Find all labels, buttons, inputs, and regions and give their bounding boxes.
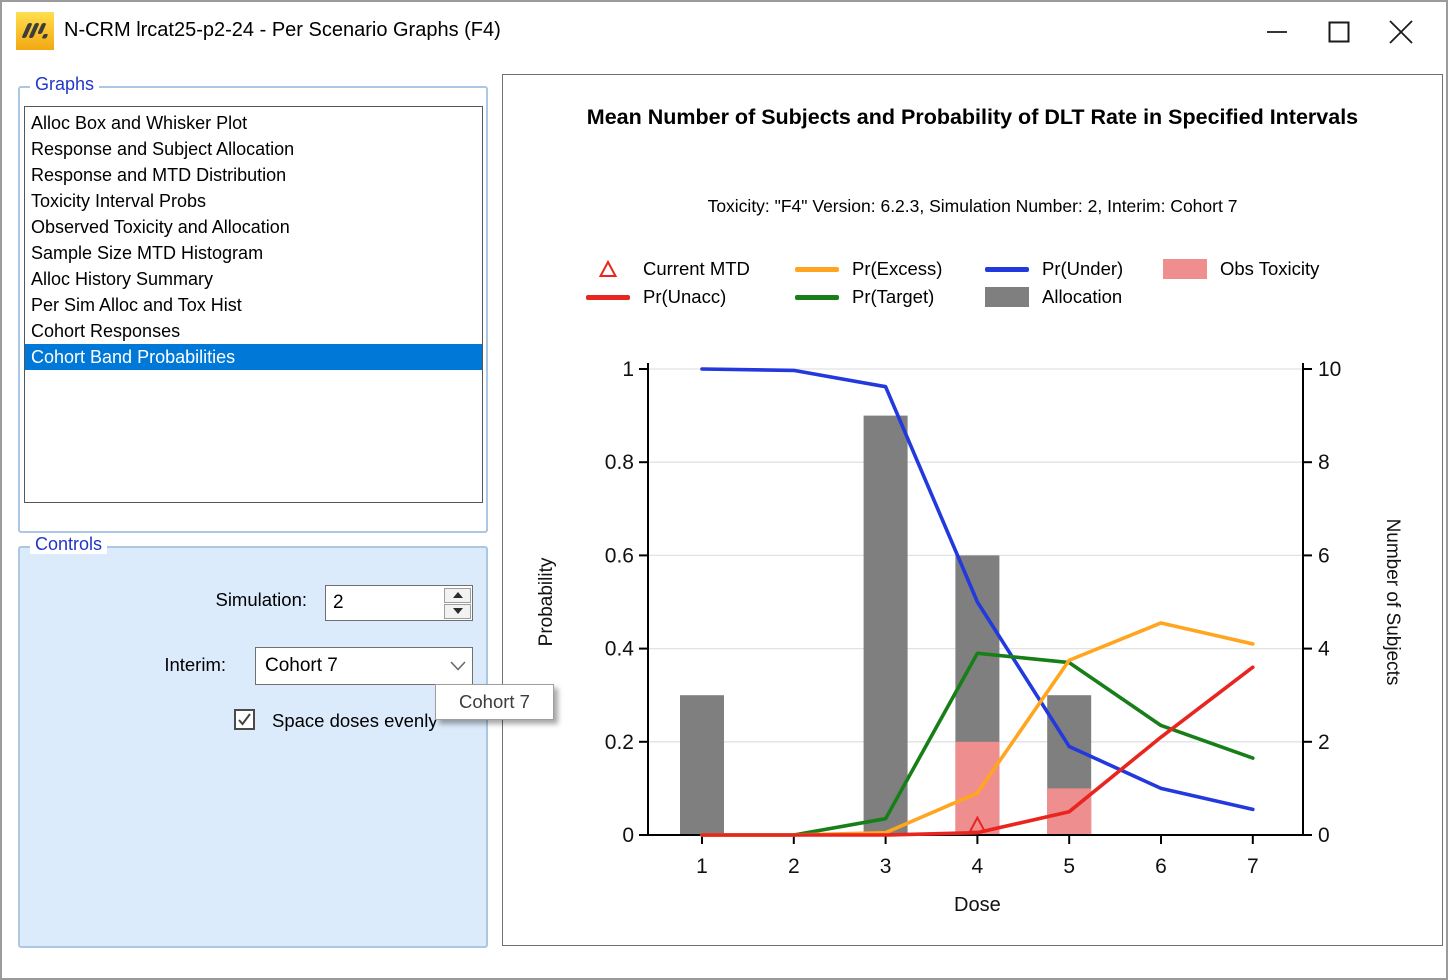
left-tick-label: 0.4 — [605, 638, 635, 661]
window-title: N-CRM lrcat25-p2-24 - Per Scenario Graph… — [64, 19, 501, 42]
close-icon — [1389, 20, 1413, 44]
graph-list-item[interactable]: Sample Size MTD Histogram — [25, 240, 482, 266]
title-bar: N-CRM lrcat25-p2-24 - Per Scenario Graph… — [2, 2, 1446, 64]
x-tick-label: 7 — [1247, 855, 1259, 878]
chevron-down-icon[interactable] — [444, 661, 472, 671]
right-tick-label: 10 — [1318, 358, 1341, 381]
x-tick-label: 4 — [972, 855, 984, 878]
arrow-up-icon — [453, 592, 463, 598]
x-axis-title: Dose — [954, 894, 1001, 916]
interim-dropdown[interactable]: Cohort 7 — [255, 647, 473, 685]
graph-list-item[interactable]: Observed Toxicity and Allocation — [25, 214, 482, 240]
right-tick-label: 4 — [1318, 638, 1330, 661]
maximize-button[interactable] — [1308, 2, 1370, 62]
bar-allocation — [864, 416, 908, 835]
graphs-group-label: Graphs — [30, 74, 99, 94]
right-tick-label: 0 — [1318, 824, 1330, 847]
chart-panel: Mean Number of Subjects and Probability … — [502, 74, 1443, 946]
graphs-listbox[interactable]: Alloc Box and Whisker PlotResponse and S… — [24, 106, 483, 503]
maximize-icon — [1328, 21, 1350, 43]
bar-allocation — [680, 695, 724, 835]
space-doses-label[interactable]: Space doses evenly — [272, 710, 438, 732]
chart-canvas: 00.20.40.60.8102468101234567DoseProbabil… — [503, 75, 1442, 945]
left-tick-label: 0.2 — [605, 731, 634, 754]
x-tick-label: 5 — [1063, 855, 1075, 878]
graph-list-item[interactable]: Response and MTD Distribution — [25, 162, 482, 188]
graph-list-item[interactable]: Cohort Band Probabilities — [25, 344, 482, 370]
right-tick-label: 8 — [1318, 451, 1330, 474]
interim-label: Interim: — [126, 654, 226, 676]
x-tick-label: 3 — [880, 855, 892, 878]
graph-list-item[interactable]: Per Sim Alloc and Tox Hist — [25, 292, 482, 318]
left-tick-label: 0.6 — [605, 544, 634, 567]
simulation-up-button[interactable] — [444, 588, 471, 603]
checkmark-icon — [237, 712, 252, 727]
simulation-label: Simulation: — [157, 589, 307, 611]
app-window: N-CRM lrcat25-p2-24 - Per Scenario Graph… — [0, 0, 1448, 980]
controls-group-label: Controls — [30, 534, 107, 554]
space-doses-checkbox[interactable] — [234, 709, 255, 730]
graph-list-item[interactable]: Alloc History Summary — [25, 266, 482, 292]
simulation-stepper[interactable]: 2 — [325, 585, 473, 621]
x-tick-label: 6 — [1155, 855, 1167, 878]
arrow-down-icon — [453, 608, 463, 614]
left-tick-label: 1 — [622, 358, 634, 381]
right-axis-title: Number of Subjects — [1382, 519, 1403, 686]
x-tick-label: 1 — [696, 855, 708, 878]
app-icon — [16, 12, 54, 50]
minimize-icon — [1266, 21, 1288, 43]
left-axis-title: Probability — [536, 557, 557, 646]
graph-list-item[interactable]: Toxicity Interval Probs — [25, 188, 482, 214]
simulation-down-button[interactable] — [444, 604, 471, 619]
bar-obs-toxicity — [955, 742, 999, 835]
interim-dropdown-value: Cohort 7 — [256, 655, 444, 677]
x-tick-label: 2 — [788, 855, 800, 878]
right-tick-label: 2 — [1318, 731, 1330, 754]
left-tick-label: 0.8 — [605, 451, 634, 474]
graph-list-item[interactable]: Response and Subject Allocation — [25, 136, 482, 162]
tooltip: Cohort 7 — [435, 684, 554, 720]
left-tick-label: 0 — [622, 824, 634, 847]
minimize-button[interactable] — [1246, 2, 1308, 62]
graph-list-item[interactable]: Cohort Responses — [25, 318, 482, 344]
close-button[interactable] — [1370, 2, 1432, 62]
graph-list-item[interactable]: Alloc Box and Whisker Plot — [25, 110, 482, 136]
right-tick-label: 6 — [1318, 544, 1330, 567]
simulation-input[interactable]: 2 — [326, 586, 443, 620]
